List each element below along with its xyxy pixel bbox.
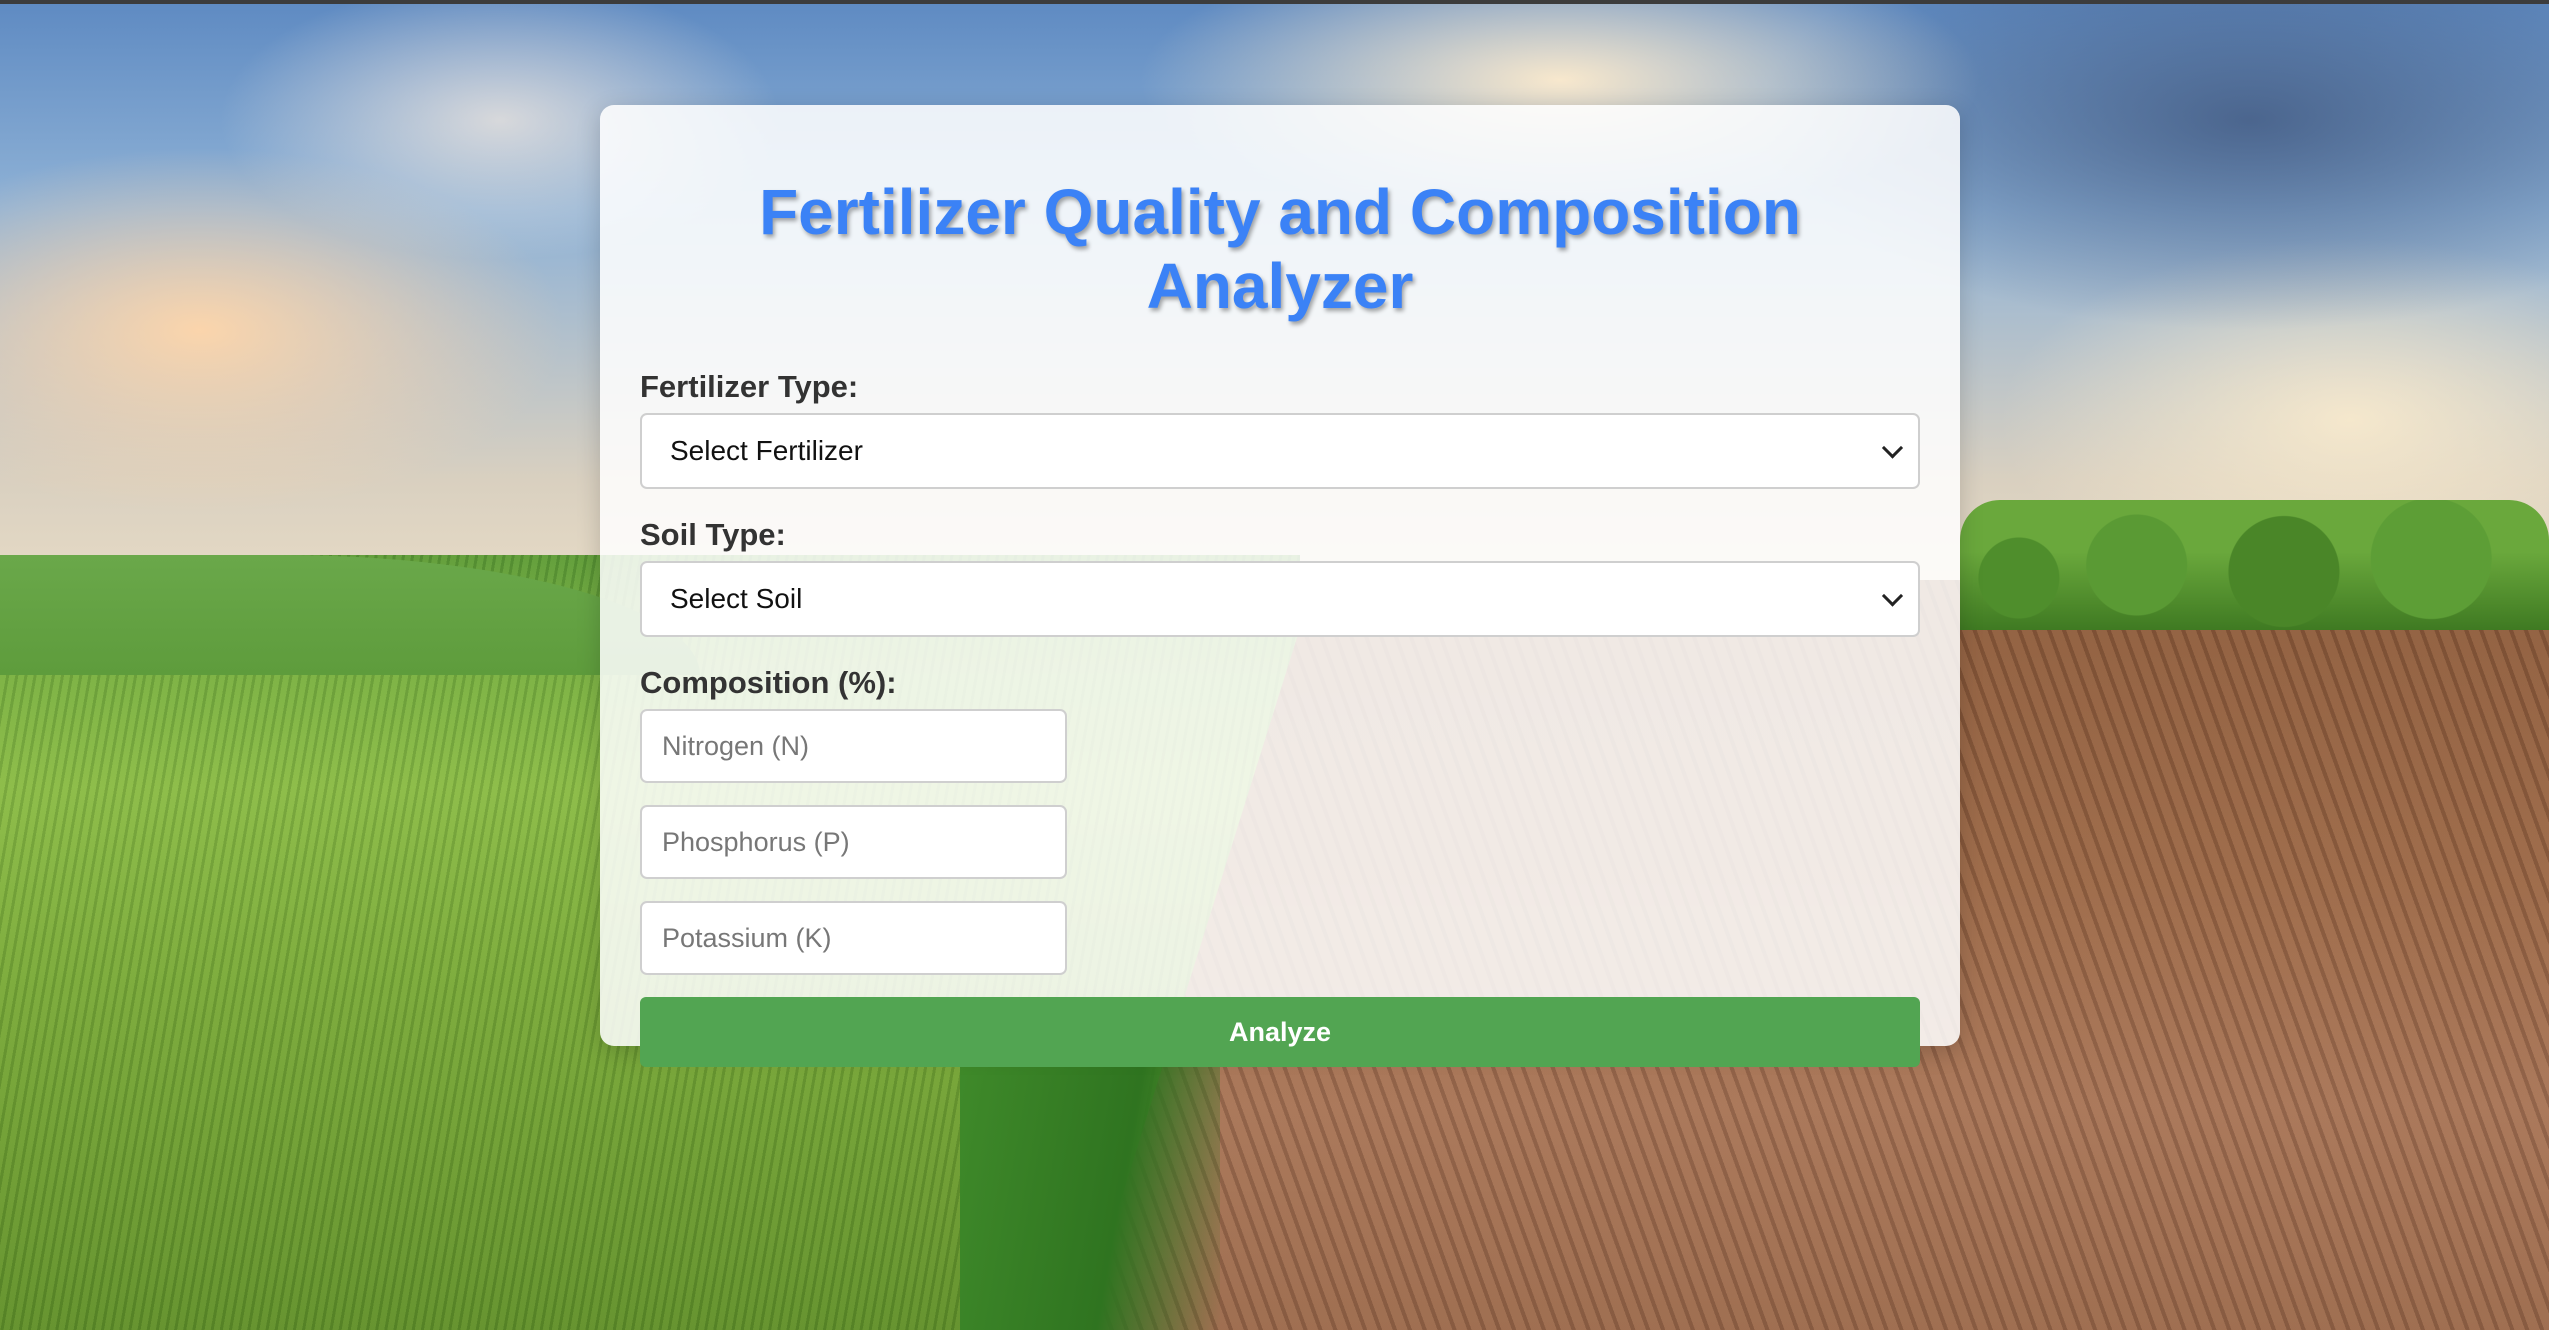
soil-type-label: Soil Type: [640,517,786,552]
analyze-button[interactable]: Analyze [640,997,1920,1067]
nitrogen-input[interactable] [640,709,1067,783]
soil-type-value: Select Soil [670,583,803,614]
fertilizer-type-label: Fertilizer Type: [640,369,859,404]
chevron-down-icon [1881,585,1904,607]
potassium-input[interactable] [640,901,1067,975]
page-title: Fertilizer Quality and Composition Analy… [759,176,1801,322]
top-border [0,0,2549,4]
phosphorus-input[interactable] [640,805,1067,879]
analyzer-card: Fertilizer Quality and Composition Analy… [600,105,1960,1067]
fertilizer-type-group: Fertilizer Type: Select Fertilizer [640,369,1920,489]
soil-type-group: Soil Type: Select Soil [640,517,1920,637]
fertilizer-type-value: Select Fertilizer [670,435,863,466]
fertilizer-type-select[interactable]: Select Fertilizer [640,413,1920,489]
composition-group: Composition (%): [640,665,1920,975]
soil-type-select[interactable]: Select Soil [640,561,1920,637]
hedge [1960,500,2549,630]
composition-inputs [640,709,1510,975]
green-strip [960,1050,1220,1330]
chevron-down-icon [1881,437,1904,459]
composition-label: Composition (%): [640,665,897,700]
